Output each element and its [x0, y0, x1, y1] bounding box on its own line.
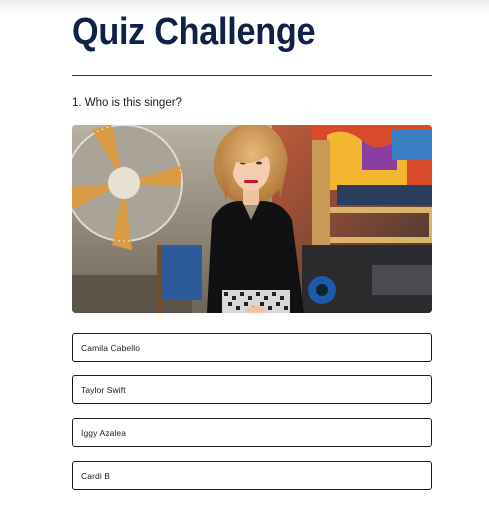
answer-option-label: Iggy Azalea [81, 427, 127, 438]
question-text: 1. Who is this singer? [72, 97, 182, 109]
title-divider [72, 75, 432, 76]
answer-option-2[interactable]: Taylor Swift [72, 375, 432, 404]
answer-option-label: Taylor Swift [81, 384, 126, 395]
answer-option-1[interactable]: Camila Cabello [72, 333, 432, 362]
answer-option-label: Cardi B [81, 470, 111, 481]
question-image [72, 125, 432, 313]
answer-option-4[interactable]: Cardi B [72, 461, 432, 490]
page-title: Quiz Challenge [72, 11, 316, 53]
answer-option-label: Camila Cabello [81, 342, 141, 353]
answer-option-3[interactable]: Iggy Azalea [72, 418, 432, 447]
